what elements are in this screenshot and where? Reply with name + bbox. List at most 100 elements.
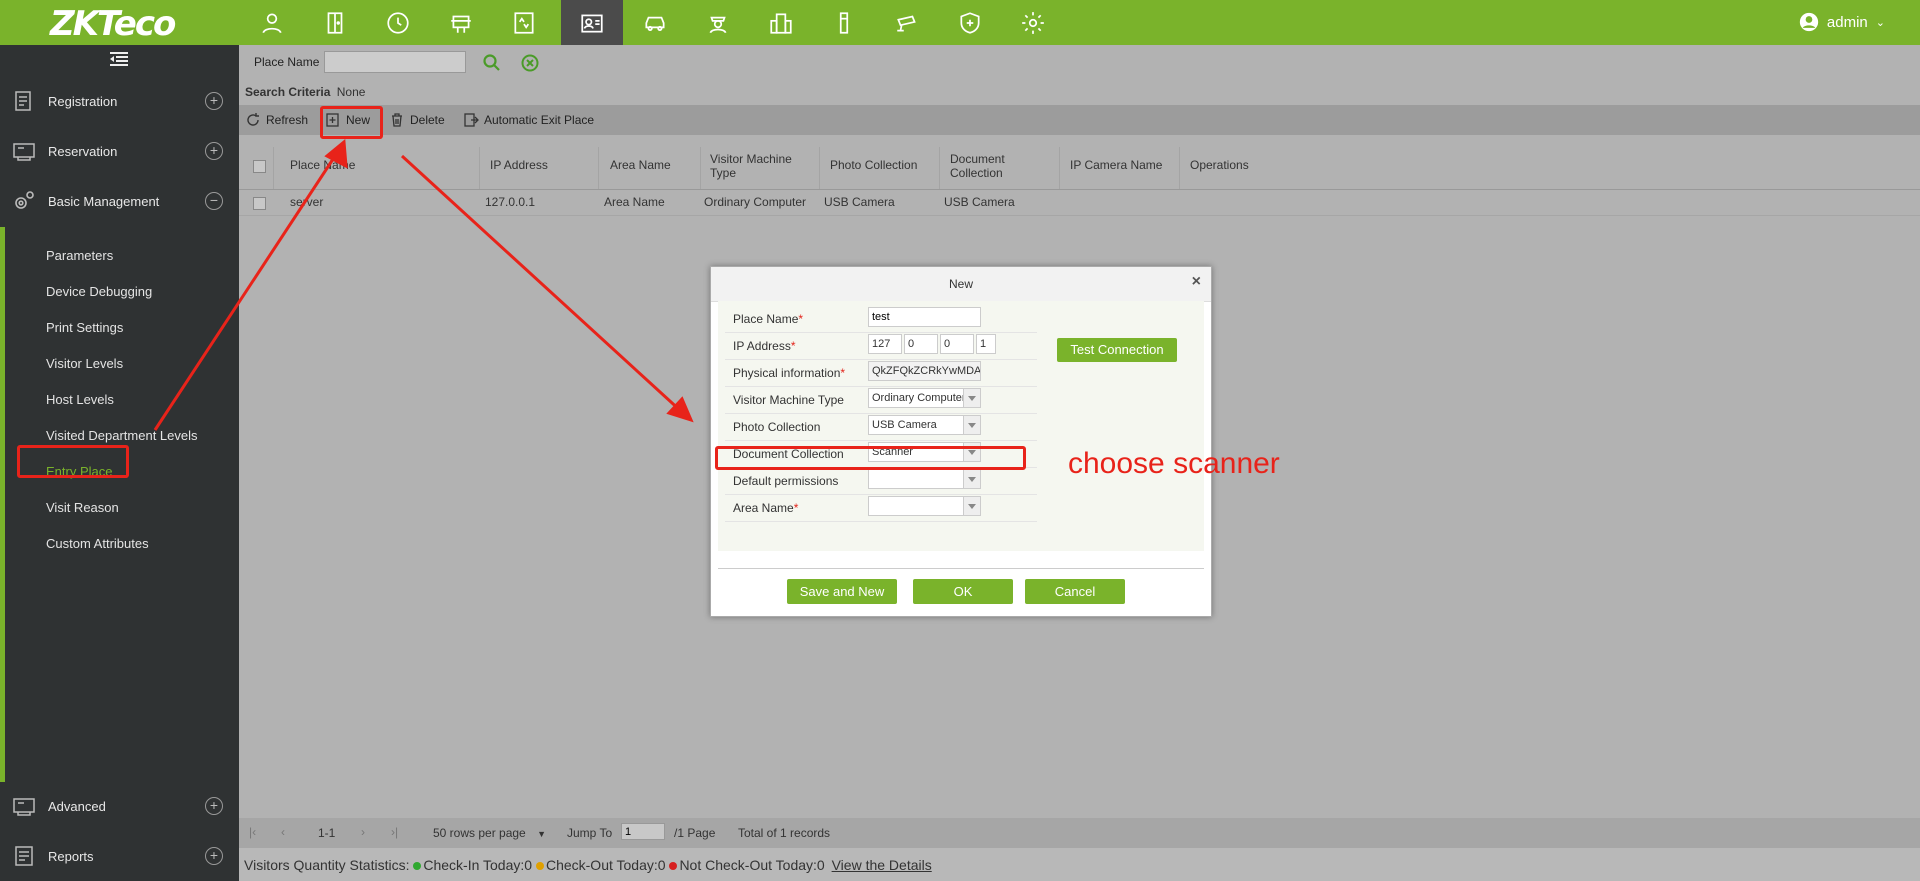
previous-page-icon[interactable]: ‹ xyxy=(281,825,285,839)
place-name-search-input[interactable] xyxy=(324,51,466,73)
access-icon[interactable] xyxy=(430,0,492,45)
delete-button[interactable]: Delete xyxy=(389,112,445,128)
photo-collection-select[interactable]: USB Camera xyxy=(868,415,981,435)
column-header[interactable]: Area Name xyxy=(610,158,671,172)
visitor-machine-type-select[interactable]: Ordinary Computer xyxy=(868,388,981,408)
column-header[interactable]: Visitor Machine Type xyxy=(710,152,800,180)
building-icon[interactable] xyxy=(750,0,812,45)
cancel-button[interactable]: Cancel xyxy=(1025,579,1125,604)
page-range: 1-1 xyxy=(318,826,336,840)
submenu-custom-attributes[interactable]: Custom Attributes xyxy=(46,536,149,551)
submenu-print-settings[interactable]: Print Settings xyxy=(46,320,123,335)
ip-octet-4[interactable]: 1 xyxy=(976,334,996,354)
search-criteria: Search Criteria None xyxy=(245,85,365,99)
expand-icon[interactable]: + xyxy=(205,142,223,160)
ip-octet-1[interactable]: 127 xyxy=(868,334,902,354)
dialog-title: New xyxy=(948,277,973,291)
cell-visitor-machine-type: Ordinary Computer xyxy=(704,195,807,209)
visitor-statistics-bar: Visitors Quantity Statistics: Check-In T… xyxy=(239,848,1920,881)
select-all-checkbox[interactable] xyxy=(253,160,266,173)
visitor-machine-type-label: Visitor Machine Type xyxy=(733,393,844,407)
required-marker: * xyxy=(793,501,799,515)
user-menu[interactable]: admin ⌄ xyxy=(1799,12,1885,32)
column-header[interactable]: IP Address xyxy=(490,158,548,172)
menu-basic-management[interactable]: Basic Management − xyxy=(0,176,239,226)
collapse-menu-icon[interactable] xyxy=(108,51,130,69)
area-name-select[interactable] xyxy=(868,496,981,516)
top-navigation-bar: ZKTeco admin ⌄ xyxy=(0,0,1920,45)
clear-search-icon[interactable] xyxy=(520,53,540,73)
elevator-icon[interactable] xyxy=(493,0,555,45)
menu-reservation[interactable]: Reservation + xyxy=(0,126,239,176)
submenu-visitor-levels[interactable]: Visitor Levels xyxy=(46,356,123,371)
save-and-new-button[interactable]: Save and New xyxy=(787,579,897,604)
next-page-icon[interactable]: › xyxy=(361,825,365,839)
default-permissions-select[interactable] xyxy=(868,469,981,489)
shield-icon[interactable] xyxy=(939,0,1001,45)
search-icon[interactable] xyxy=(482,53,502,73)
column-header[interactable]: Photo Collection xyxy=(830,158,917,172)
submenu-visit-reason[interactable]: Visit Reason xyxy=(46,500,119,515)
reservation-icon xyxy=(13,143,35,161)
pagination-bar: |‹ ‹ 1-1 › ›| 50 rows per page ▼ Jump To… xyxy=(239,818,1920,848)
expand-icon[interactable]: + xyxy=(205,847,223,865)
jump-to-input[interactable] xyxy=(621,823,665,840)
checkin-today: Check-In Today:0 xyxy=(423,857,533,873)
table-header: Place Name IP Address Area Name Visitor … xyxy=(239,147,1920,190)
guard-icon[interactable] xyxy=(687,0,749,45)
clock-icon[interactable] xyxy=(367,0,429,45)
table-row[interactable]: server 127.0.0.1 Area Name Ordinary Comp… xyxy=(239,190,1920,216)
checkout-today: Check-Out Today:0 xyxy=(545,857,666,873)
expand-icon[interactable]: + xyxy=(205,92,223,110)
last-page-icon[interactable]: ›| xyxy=(391,825,398,839)
first-page-icon[interactable]: |‹ xyxy=(249,825,256,839)
door-icon[interactable] xyxy=(304,0,366,45)
search-criteria-label: Search Criteria xyxy=(245,85,331,99)
visitor-card-icon[interactable] xyxy=(561,0,623,45)
automatic-exit-place-button[interactable]: Automatic Exit Place xyxy=(463,112,594,128)
rows-per-page-select[interactable]: 50 rows per page ▼ xyxy=(433,826,546,840)
dropdown-arrow-icon xyxy=(963,470,980,488)
collapse-icon[interactable]: − xyxy=(205,192,223,210)
camera-icon[interactable] xyxy=(876,0,938,45)
ok-button[interactable]: OK xyxy=(913,579,1013,604)
menu-registration[interactable]: Registration + xyxy=(0,76,239,126)
physical-information-row: Physical information* QkZFQkZCRkYwMDA4MD xyxy=(725,359,1037,387)
menu-advanced[interactable]: Advanced + xyxy=(0,781,239,831)
dropdown-arrow-icon xyxy=(963,389,980,407)
close-icon[interactable]: × xyxy=(1192,273,1201,291)
column-header[interactable]: Document Collection xyxy=(950,152,1030,180)
parking-icon[interactable] xyxy=(624,0,686,45)
ip-octet-2[interactable]: 0 xyxy=(904,334,938,354)
basic-management-submenu: Parameters Device Debugging Print Settin… xyxy=(0,227,239,782)
trash-icon xyxy=(392,113,402,127)
registration-icon xyxy=(15,91,31,111)
gear-icon[interactable] xyxy=(1002,0,1064,45)
dialog-header: New × xyxy=(711,267,1211,302)
menu-label: Advanced xyxy=(48,798,106,814)
submenu-visited-department-levels[interactable]: Visited Department Levels xyxy=(46,428,198,443)
row-checkbox[interactable] xyxy=(253,197,266,210)
menu-reports[interactable]: Reports + xyxy=(0,831,239,881)
gears-icon xyxy=(15,191,34,209)
view-details-link[interactable]: View the Details xyxy=(832,857,932,873)
highlight-document-collection xyxy=(715,446,1026,470)
photo-collection-label: Photo Collection xyxy=(733,420,821,434)
automatic-exit-place-label: Automatic Exit Place xyxy=(484,113,595,127)
ip-octet-3[interactable]: 0 xyxy=(940,334,974,354)
patrol-icon[interactable] xyxy=(813,0,875,45)
test-connection-button[interactable]: Test Connection xyxy=(1057,338,1177,362)
refresh-button[interactable]: Refresh xyxy=(245,112,308,128)
column-header[interactable]: IP Camera Name xyxy=(1070,158,1162,172)
place-name-input[interactable] xyxy=(868,307,981,327)
visitor-machine-type-row: Visitor Machine Type Ordinary Computer xyxy=(725,386,1037,414)
dropdown-arrow-icon xyxy=(963,416,980,434)
submenu-device-debugging[interactable]: Device Debugging xyxy=(46,284,152,299)
submenu-parameters[interactable]: Parameters xyxy=(46,248,113,263)
expand-icon[interactable]: + xyxy=(205,797,223,815)
visitor-icon[interactable] xyxy=(241,0,303,45)
photo-collection-row: Photo Collection USB Camera xyxy=(725,413,1037,441)
required-marker: * xyxy=(840,366,846,380)
column-header[interactable]: Place Name xyxy=(290,158,355,172)
submenu-host-levels[interactable]: Host Levels xyxy=(46,392,114,407)
